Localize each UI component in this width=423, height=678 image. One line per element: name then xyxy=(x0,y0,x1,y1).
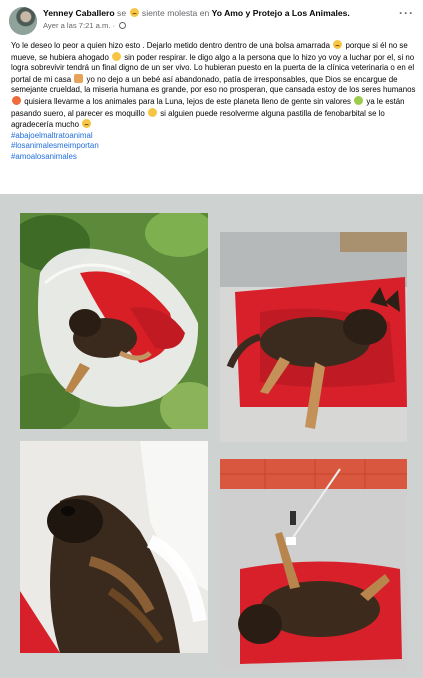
post-text-4: yo no dejo a un bebé así abandonado, pat… xyxy=(11,74,416,95)
author-line: Yenney Caballero se siente molesta en Yo… xyxy=(43,8,393,19)
se-text: se xyxy=(117,8,127,18)
feeling-text: siente molesta en xyxy=(141,8,210,18)
photo-puppy-closeup[interactable] xyxy=(20,441,208,653)
post-text-1: Yo le deseo lo peor a quien hizo esto . … xyxy=(11,41,331,50)
sad-emoji-icon xyxy=(129,8,139,17)
globe-icon xyxy=(119,22,127,29)
crying-emoji-icon xyxy=(112,51,122,61)
group-name[interactable]: Yo Amo y Protejo a Los Animales. xyxy=(212,8,350,18)
author-name[interactable]: Yenney Caballero xyxy=(43,8,115,18)
sad-emoji-icon xyxy=(82,119,92,129)
hashtag-link[interactable]: #abajoelmaltratoanimal xyxy=(11,131,416,142)
post-header: Yenney Caballero se siente molesta en Yo… xyxy=(0,0,423,35)
sad-emoji-icon xyxy=(333,40,343,49)
photo-puppy-iv[interactable] xyxy=(220,459,407,671)
crying-emoji-icon xyxy=(148,107,157,117)
post-body: Yo le deseo lo peor a quien hizo esto . … xyxy=(11,40,416,163)
hashtag-list: #abajoelmaltratoanimal #losanimalesmeimp… xyxy=(11,131,416,163)
puppy-closeup-illustration xyxy=(20,441,208,653)
puppy-in-bag-illustration xyxy=(20,213,208,429)
sick-emoji-icon xyxy=(354,95,364,105)
photo-puppy-in-bag[interactable] xyxy=(20,213,208,429)
photo-puppy-on-towel[interactable] xyxy=(220,232,407,442)
photo-grid xyxy=(0,194,423,678)
hashtag-link[interactable]: #amoalosanimales xyxy=(11,152,416,163)
post-text-5: quisiera llevarme a los animales para la… xyxy=(24,96,351,106)
puppy-on-towel-illustration xyxy=(220,232,407,442)
house-emoji-icon xyxy=(74,73,84,83)
puppy-iv-illustration xyxy=(220,459,407,671)
post-meta: Ayer a las 7:21 a.m. · xyxy=(43,21,127,30)
more-options-button[interactable]: ··· xyxy=(399,7,413,20)
hashtag-link[interactable]: #losanimalesmeimportan xyxy=(11,141,416,152)
author-avatar[interactable] xyxy=(9,7,37,35)
angry-emoji-icon xyxy=(12,95,21,105)
post-timestamp[interactable]: Ayer a las 7:21 a.m. · xyxy=(43,21,115,30)
post-paragraph: Yo le deseo lo peor a quien hizo esto . … xyxy=(11,40,416,131)
